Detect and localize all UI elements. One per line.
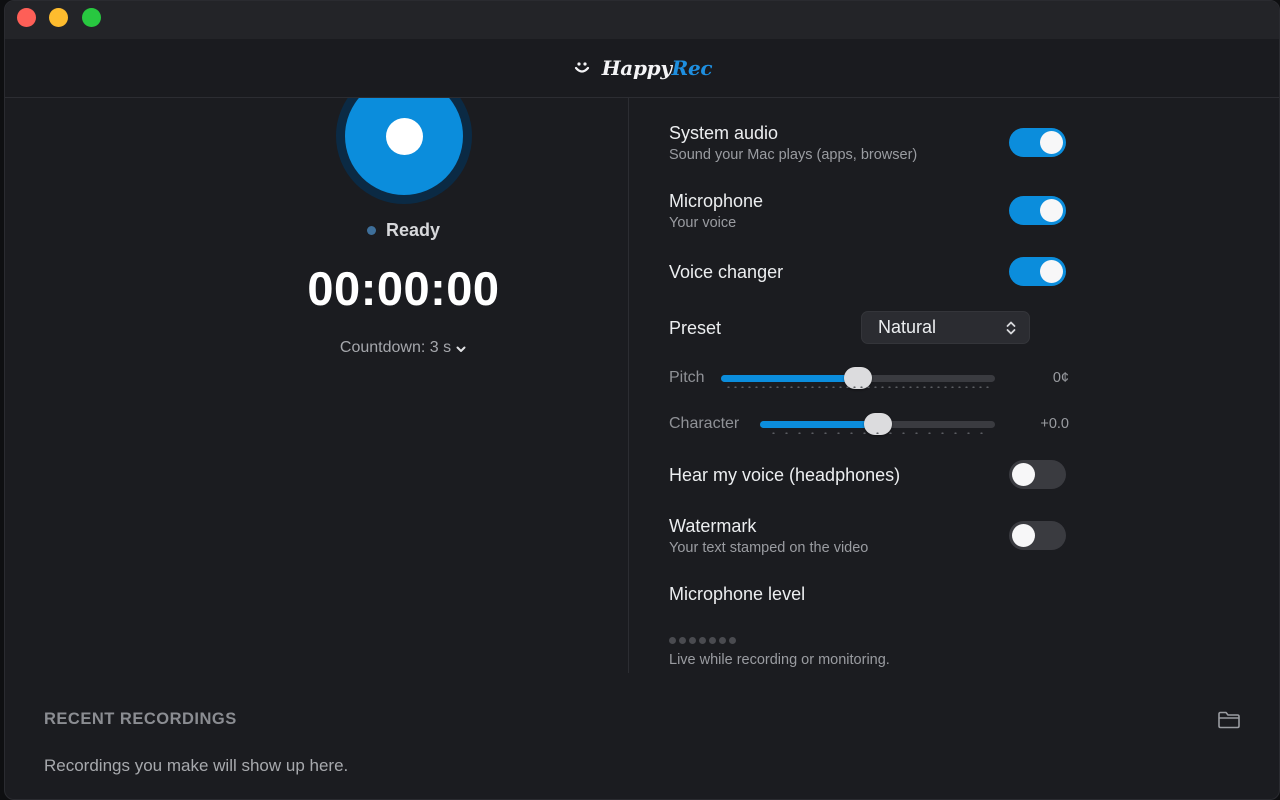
hear-voice-title: Hear my voice (headphones) [669, 465, 901, 485]
character-value: +0.0 [1040, 416, 1069, 432]
character-slider-ticks [767, 432, 989, 434]
countdown-label: Countdown: 3 s [339, 339, 452, 356]
settings-panel: System audio Sound your Mac plays (apps,… [669, 98, 1069, 678]
app-logo: HappyRec [601, 56, 713, 80]
mic-level-meter [669, 637, 736, 644]
pitch-slider-ticks [725, 386, 991, 388]
folder-icon[interactable] [1217, 710, 1241, 730]
voice-changer-toggle[interactable] [1009, 257, 1066, 286]
level-dot [709, 637, 716, 644]
preset-label: Preset [669, 318, 722, 338]
record-dot-icon [385, 117, 423, 155]
pitch-slider[interactable] [721, 367, 995, 389]
watermark-subtitle: Your text stamped on the video [669, 540, 869, 556]
watermark-toggle[interactable] [1009, 521, 1066, 550]
status-label: Ready [385, 220, 441, 240]
preset-value: Natural [878, 317, 937, 337]
chevron-down-icon [455, 342, 467, 354]
system-audio-subtitle: Sound your Mac plays (apps, browser) [669, 147, 918, 163]
level-dot [719, 637, 726, 644]
app-header: HappyRec [5, 39, 1279, 98]
level-dot [669, 637, 676, 644]
up-down-chevron-icon [1005, 320, 1017, 336]
microphone-toggle[interactable] [1009, 196, 1066, 225]
level-dot [699, 637, 706, 644]
microphone-title: Microphone [669, 191, 764, 211]
status-indicator-icon [366, 226, 376, 235]
recorder-panel: Ready 00:00:00 Countdown: 3 s [5, 98, 628, 673]
mic-level-title: Microphone level [669, 584, 806, 604]
recent-recordings-heading: RECENT RECORDINGS [44, 710, 237, 728]
panel-divider [628, 98, 629, 673]
level-dot [689, 637, 696, 644]
level-dot [679, 637, 686, 644]
character-slider-fill [760, 421, 878, 428]
voice-changer-title: Voice changer [669, 262, 784, 282]
smile-icon [572, 58, 592, 78]
close-window-button[interactable] [17, 8, 36, 27]
level-dot [729, 637, 736, 644]
system-audio-toggle[interactable] [1009, 128, 1066, 157]
preset-select[interactable]: Natural [861, 311, 1030, 344]
mic-level-note: Live while recording or monitoring. [669, 652, 890, 668]
pitch-label: Pitch [669, 369, 705, 386]
minimize-window-button[interactable] [49, 8, 68, 27]
app-window: HappyRec Ready 00:00:00 Countdown: 3 s S… [4, 0, 1280, 800]
pitch-slider-fill [721, 375, 858, 382]
recent-recordings-empty-state: Recordings you make will show up here. [44, 756, 349, 775]
record-button[interactable] [336, 98, 472, 204]
hear-voice-toggle[interactable] [1009, 460, 1066, 489]
microphone-subtitle: Your voice [669, 215, 737, 231]
zoom-window-button[interactable] [82, 8, 101, 27]
title-bar [5, 1, 1279, 39]
character-slider[interactable] [760, 413, 995, 435]
watermark-title: Watermark [669, 516, 757, 536]
system-audio-title: System audio [669, 123, 779, 143]
character-label: Character [669, 415, 740, 432]
pitch-value: 0¢ [1052, 370, 1069, 386]
